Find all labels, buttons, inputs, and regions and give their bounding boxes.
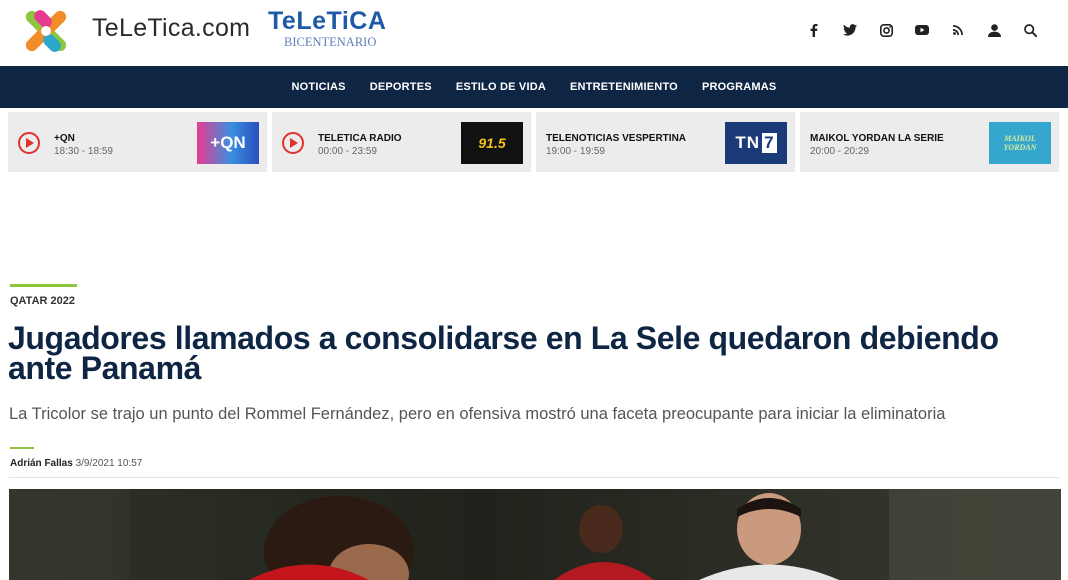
program-thumbnail[interactable]: TN 7 bbox=[725, 122, 787, 164]
schedule-strip: +QN 18:30 - 18:59 +QN TELETICA RADIO 00:… bbox=[8, 112, 1063, 172]
program-thumbnail[interactable]: 91.5 bbox=[461, 122, 523, 164]
bicentenario-logo[interactable]: TeLeTiCA BICENTENARIO bbox=[268, 8, 398, 58]
nav-item-entretenimiento[interactable]: ENTRETENIMIENTO bbox=[558, 81, 690, 93]
site-header: TeLeTica.com TeLeTiCA BICENTENARIO bbox=[0, 0, 1068, 66]
main-nav: NOTICIAS DEPORTES ESTILO DE VIDA ENTRETE… bbox=[0, 66, 1068, 108]
youtube-icon[interactable] bbox=[904, 18, 940, 42]
program-name: +QN bbox=[54, 133, 75, 144]
article-byline: Adrián Fallas 3/9/2021 10:57 bbox=[10, 458, 142, 469]
program-time: 00:00 - 23:59 bbox=[318, 146, 377, 157]
thumb-tn-text: TN bbox=[735, 133, 761, 152]
schedule-card-telenoticias[interactable]: TELENOTICIAS VESPERTINA 19:00 - 19:59 TN… bbox=[536, 112, 795, 172]
facebook-icon[interactable] bbox=[796, 18, 832, 42]
bicentenario-subtitle: BICENTENARIO bbox=[284, 35, 377, 49]
article-kicker[interactable]: QATAR 2022 bbox=[10, 295, 75, 307]
program-thumbnail[interactable]: MAIKOL YORDAN bbox=[989, 122, 1051, 164]
article-lead-photo[interactable] bbox=[9, 489, 1061, 580]
play-icon[interactable] bbox=[18, 132, 40, 154]
thumb-7-text: 7 bbox=[762, 133, 777, 153]
article-date: 3/9/2021 10:57 bbox=[75, 458, 143, 469]
schedule-card-qn[interactable]: +QN 18:30 - 18:59 +QN bbox=[8, 112, 267, 172]
lead-photo-image bbox=[9, 489, 1061, 580]
program-name: TELENOTICIAS VESPERTINA bbox=[546, 133, 687, 144]
byline-divider bbox=[9, 477, 1059, 478]
article-author[interactable]: Adrián Fallas bbox=[10, 458, 73, 469]
program-thumbnail[interactable]: +QN bbox=[197, 122, 259, 164]
program-time: 18:30 - 18:59 bbox=[54, 146, 113, 157]
instagram-icon[interactable] bbox=[868, 18, 904, 42]
bicentenario-title: TeLeTiCA bbox=[268, 7, 387, 35]
nav-item-deportes[interactable]: DEPORTES bbox=[358, 81, 444, 93]
twitter-icon[interactable] bbox=[832, 18, 868, 42]
byline-rule bbox=[10, 447, 34, 449]
social-icons bbox=[796, 18, 1048, 42]
search-icon[interactable] bbox=[1012, 18, 1048, 42]
user-icon[interactable] bbox=[976, 18, 1012, 42]
teletica-logo-icon[interactable] bbox=[16, 3, 76, 59]
nav-item-noticias[interactable]: NOTICIAS bbox=[280, 81, 358, 93]
article-headline: Jugadores llamados a consolidarse en La … bbox=[8, 320, 999, 386]
brand-wordmark[interactable]: TeLeTica.com bbox=[92, 14, 250, 43]
program-time: 20:00 - 20:29 bbox=[810, 146, 869, 157]
nav-item-estilo-de-vida[interactable]: ESTILO DE VIDA bbox=[444, 81, 558, 93]
rss-icon[interactable] bbox=[940, 18, 976, 42]
schedule-card-teletica-radio[interactable]: TELETICA RADIO 00:00 - 23:59 91.5 bbox=[272, 112, 531, 172]
article-subhead: La Tricolor se trajo un punto del Rommel… bbox=[9, 405, 946, 423]
nav-item-programas[interactable]: PROGRAMAS bbox=[690, 81, 789, 93]
play-icon[interactable] bbox=[282, 132, 304, 154]
kicker-rule bbox=[10, 284, 77, 287]
schedule-card-maikol-yordan[interactable]: MAIKOL YORDAN LA SERIE 20:00 - 20:29 MAI… bbox=[800, 112, 1059, 172]
program-name: MAIKOL YORDAN LA SERIE bbox=[810, 133, 944, 144]
program-name: TELETICA RADIO bbox=[318, 133, 402, 144]
program-time: 19:00 - 19:59 bbox=[546, 146, 605, 157]
